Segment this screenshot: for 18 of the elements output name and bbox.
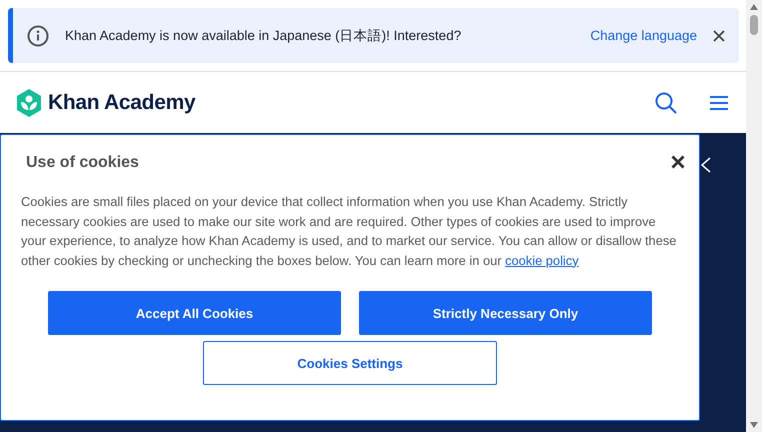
cookie-button[interactable]: Accept All Cookies	[48, 291, 341, 335]
cookie-policy-link[interactable]: cookie policy	[505, 252, 579, 268]
scroll-down-icon[interactable]	[750, 422, 758, 428]
cookie-button[interactable]: Cookies Settings	[203, 341, 497, 385]
logo-text[interactable]: Khan Academy	[48, 90, 196, 114]
close-icon[interactable]	[713, 30, 725, 42]
change-language-link[interactable]: Change language	[590, 28, 697, 43]
scrollbar[interactable]	[746, 0, 762, 432]
search-icon[interactable]	[655, 92, 677, 114]
cookie-description: Cookies are small files placed on your device that collect information when you use Khan Academy. Strictly necessary cookies are used to make our site work and are required. Other types of cookies are used to improve your experience, to analyze how Khan Academy is used, and to market our service. You can allow or disallow these other cookies by checking or unchecking the boxes below. You can learn more in our cookie policy	[21, 193, 678, 270]
scroll-up-icon[interactable]	[750, 4, 758, 10]
dialog-title: Use of cookies	[26, 153, 139, 172]
cookie-button[interactable]: Strictly Necessary Only	[359, 291, 652, 335]
logo-icon[interactable]	[16, 88, 42, 116]
menu-icon[interactable]	[709, 94, 729, 110]
banner-message: Khan Academy is now available in Japanese (日本語)! Interested?	[65, 26, 462, 44]
scroll-thumb[interactable]	[750, 15, 758, 35]
info-icon	[27, 24, 49, 46]
